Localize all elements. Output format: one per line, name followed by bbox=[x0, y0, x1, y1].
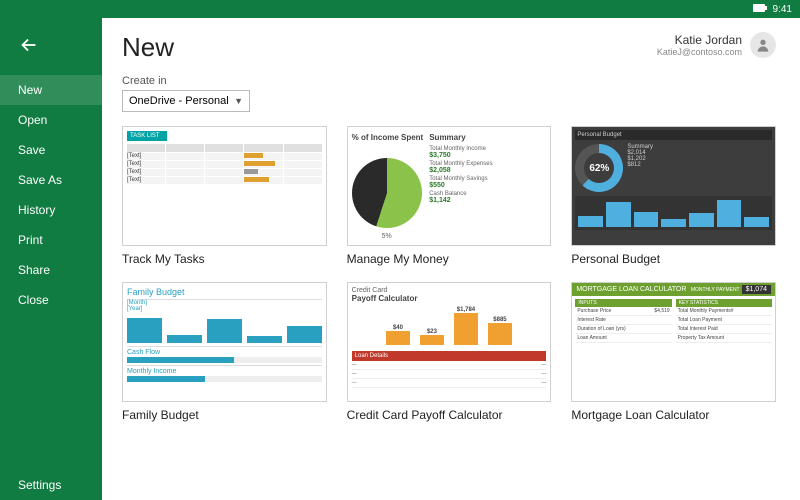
create-in-dropdown[interactable]: OneDrive - Personal ▼ bbox=[122, 90, 250, 112]
template-grid: TASK LIST [Text] [Text] [Text] [Text] Tr… bbox=[122, 126, 776, 422]
template-title: Mortgage Loan Calculator bbox=[571, 408, 776, 422]
main-panel: New Katie Jordan KatieJ@contoso.com Crea… bbox=[102, 18, 800, 500]
user-account[interactable]: Katie Jordan KatieJ@contoso.com bbox=[657, 32, 776, 58]
template-mortgage-loan[interactable]: MORTGAGE LOAN CALCULATOR MONTHLY PAYMENT… bbox=[571, 282, 776, 422]
create-in-label: Create in bbox=[122, 75, 776, 87]
template-track-my-tasks[interactable]: TASK LIST [Text] [Text] [Text] [Text] Tr… bbox=[122, 126, 327, 266]
template-thumbnail: Personal Budget 62% Summary $2,014 $1,20… bbox=[571, 126, 776, 246]
sidebar-item-save-as[interactable]: Save As bbox=[0, 165, 102, 195]
sidebar-item-share[interactable]: Share bbox=[0, 255, 102, 285]
template-personal-budget[interactable]: Personal Budget 62% Summary $2,014 $1,20… bbox=[571, 126, 776, 266]
status-time: 9:41 bbox=[773, 4, 792, 15]
sidebar-item-close[interactable]: Close bbox=[0, 285, 102, 315]
template-title: Personal Budget bbox=[571, 252, 776, 266]
avatar-icon bbox=[750, 32, 776, 58]
sidebar-item-print[interactable]: Print bbox=[0, 225, 102, 255]
template-thumbnail: MORTGAGE LOAN CALCULATOR MONTHLY PAYMENT… bbox=[571, 282, 776, 402]
user-name: Katie Jordan bbox=[657, 33, 742, 47]
template-thumbnail: Family Budget [Month] [Year] Cash Flow M… bbox=[122, 282, 327, 402]
template-family-budget[interactable]: Family Budget [Month] [Year] Cash Flow M… bbox=[122, 282, 327, 422]
chevron-down-icon: ▼ bbox=[234, 96, 243, 106]
template-thumbnail: % of Income Spent Summary Total Monthly … bbox=[347, 126, 552, 246]
template-credit-card-payoff[interactable]: Credit Card Payoff Calculator $40 $23 $1… bbox=[347, 282, 552, 422]
template-manage-my-money[interactable]: % of Income Spent Summary Total Monthly … bbox=[347, 126, 552, 266]
create-in-selected: OneDrive - Personal bbox=[129, 95, 229, 107]
pie-chart-icon bbox=[352, 158, 422, 228]
sidebar-item-open[interactable]: Open bbox=[0, 105, 102, 135]
sidebar-item-history[interactable]: History bbox=[0, 195, 102, 225]
template-title: Track My Tasks bbox=[122, 252, 327, 266]
template-title: Family Budget bbox=[122, 408, 327, 422]
template-title: Credit Card Payoff Calculator bbox=[347, 408, 552, 422]
template-thumbnail: Credit Card Payoff Calculator $40 $23 $1… bbox=[347, 282, 552, 402]
sidebar-item-settings[interactable]: Settings bbox=[0, 470, 102, 500]
user-email: KatieJ@contoso.com bbox=[657, 47, 742, 57]
battery-icon bbox=[753, 4, 767, 15]
back-button[interactable] bbox=[0, 28, 102, 75]
backstage-sidebar: New Open Save Save As History Print Shar… bbox=[0, 18, 102, 500]
template-title: Manage My Money bbox=[347, 252, 552, 266]
donut-chart-icon: 62% bbox=[575, 144, 623, 192]
sidebar-item-save[interactable]: Save bbox=[0, 135, 102, 165]
template-thumbnail: TASK LIST [Text] [Text] [Text] [Text] bbox=[122, 126, 327, 246]
status-bar: 9:41 bbox=[0, 0, 800, 18]
page-title: New bbox=[122, 32, 174, 63]
sidebar-item-new[interactable]: New bbox=[0, 75, 102, 105]
